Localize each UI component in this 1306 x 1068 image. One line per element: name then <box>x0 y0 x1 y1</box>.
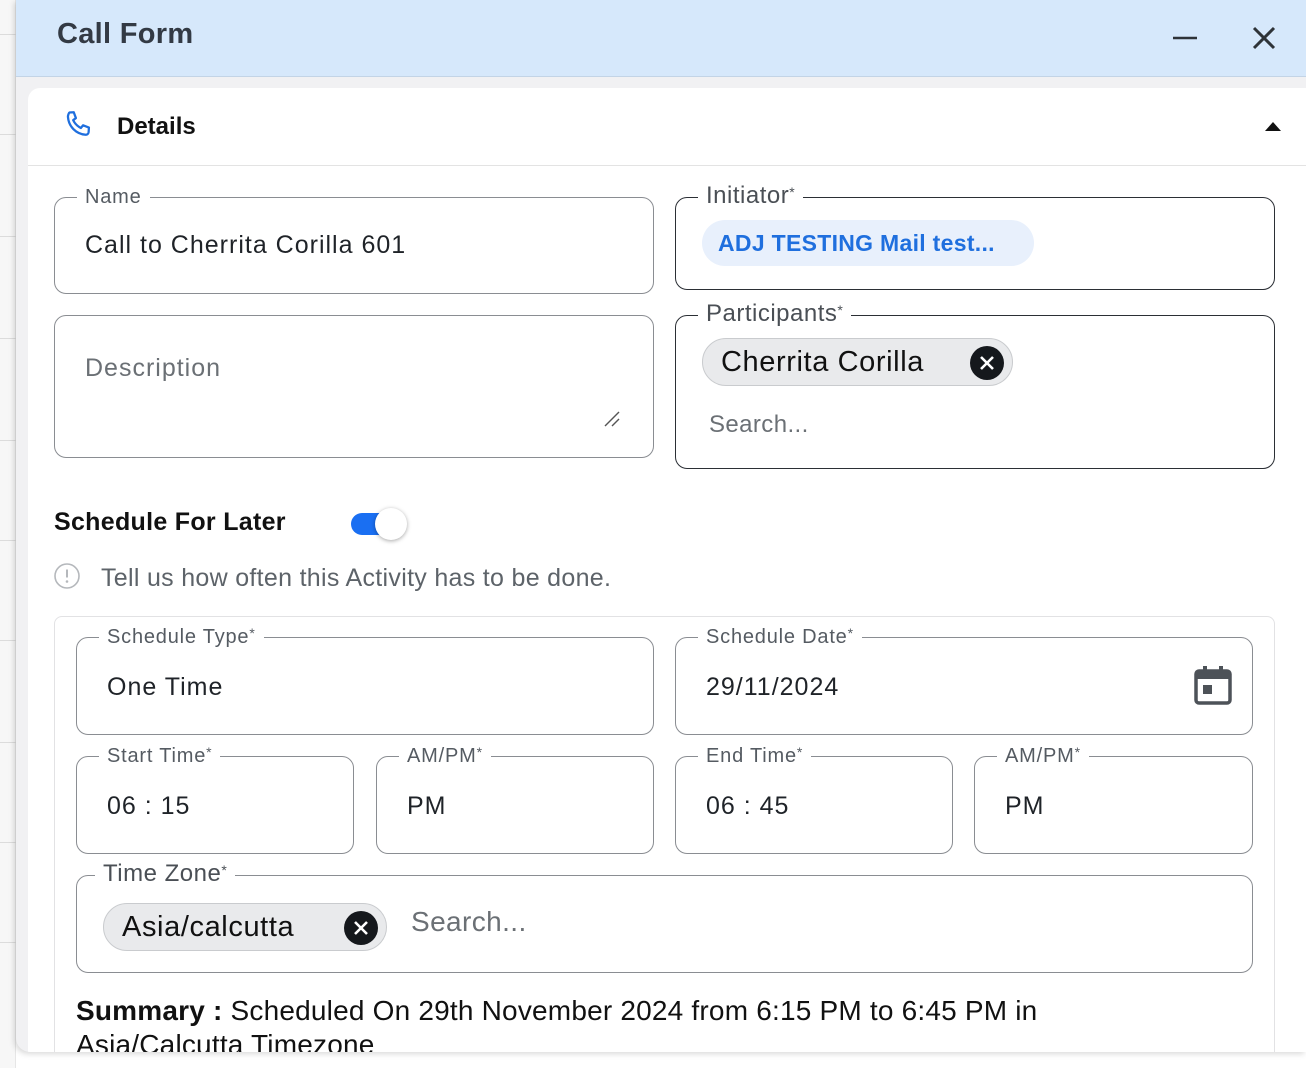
schedule-date-label: Schedule Date* <box>698 625 862 649</box>
remove-time-zone-button[interactable] <box>344 911 378 945</box>
collapse-caret-icon[interactable] <box>1264 120 1282 132</box>
page-edge <box>0 0 16 1068</box>
summary-label: Summary : <box>76 995 223 1026</box>
initiator-chip[interactable]: ADJ TESTING Mail test... <box>702 220 1034 266</box>
time-zone-search-input[interactable]: Search... <box>411 906 527 938</box>
call-form-dialog: Call Form Details Name Call to Cherrita … <box>16 0 1306 1052</box>
resize-grip-icon[interactable] <box>603 410 621 428</box>
description-placeholder: Description <box>85 354 222 382</box>
phone-icon <box>66 111 91 136</box>
name-value: Call to Cherrita Corilla 601 <box>85 231 407 259</box>
schedule-info-text: Tell us how often this Activity has to b… <box>101 564 612 592</box>
schedule-date-value: 29/11/2024 <box>706 673 840 701</box>
chip-remove-icon <box>354 921 368 935</box>
time-zone-field[interactable]: Time Zone* Asia/calcutta Search... <box>76 860 1253 973</box>
participant-chip[interactable]: Cherrita Corilla <box>702 338 1013 386</box>
description-field[interactable]: Description <box>54 315 654 458</box>
schedule-type-label: Schedule Type* <box>99 625 264 649</box>
start-ampm-value: PM <box>407 792 447 820</box>
end-time-field[interactable]: End Time* 06 : 45 <box>675 744 953 854</box>
dialog-title: Call Form <box>57 18 194 50</box>
start-time-value: 06 : 15 <box>107 792 191 820</box>
start-time-label: Start Time* <box>99 744 221 768</box>
info-icon <box>54 563 80 589</box>
participants-search-input[interactable]: Search... <box>709 411 809 439</box>
schedule-summary: Summary : Scheduled On 29th November 202… <box>76 994 1176 1052</box>
initiator-field[interactable]: Initiator* ADJ TESTING Mail test... <box>675 182 1275 290</box>
details-card: Details Name Call to Cherrita Corilla 60… <box>28 88 1306 1052</box>
name-field[interactable]: Name Call to Cherrita Corilla 601 <box>54 185 654 294</box>
schedule-type-select[interactable]: Schedule Type* One Time <box>76 625 654 735</box>
end-time-value: 06 : 45 <box>706 792 790 820</box>
chip-remove-icon <box>980 356 994 370</box>
remove-participant-button[interactable] <box>970 346 1004 380</box>
end-ampm-select[interactable]: AM/PM* PM <box>974 744 1253 854</box>
start-ampm-select[interactable]: AM/PM* PM <box>376 744 654 854</box>
start-time-field[interactable]: Start Time* 06 : 15 <box>76 744 354 854</box>
minimize-button[interactable] <box>1165 18 1205 58</box>
participants-field[interactable]: Participants* Cherrita Corilla Search... <box>675 300 1275 469</box>
dialog-titlebar: Call Form <box>16 0 1306 77</box>
schedule-for-later-toggle[interactable] <box>351 506 411 542</box>
schedule-date-field[interactable]: Schedule Date* 29/11/2024 <box>675 625 1253 735</box>
name-label: Name <box>77 185 150 209</box>
end-ampm-label: AM/PM* <box>997 744 1089 768</box>
schedule-type-value: One Time <box>107 673 224 701</box>
minimize-icon <box>1173 36 1197 40</box>
end-ampm-value: PM <box>1005 792 1045 820</box>
close-icon <box>1252 26 1276 50</box>
time-zone-label: Time Zone* <box>95 860 236 888</box>
calendar-icon[interactable] <box>1194 665 1232 705</box>
close-button[interactable] <box>1244 18 1284 58</box>
schedule-for-later-label: Schedule For Later <box>54 508 286 536</box>
participants-label: Participants* <box>698 300 852 328</box>
start-ampm-label: AM/PM* <box>399 744 491 768</box>
time-zone-chip[interactable]: Asia/calcutta <box>103 903 387 951</box>
end-time-label: End Time* <box>698 744 812 768</box>
details-section-header[interactable]: Details <box>28 88 1306 166</box>
initiator-label: Initiator* <box>698 182 804 210</box>
section-title: Details <box>117 113 196 140</box>
